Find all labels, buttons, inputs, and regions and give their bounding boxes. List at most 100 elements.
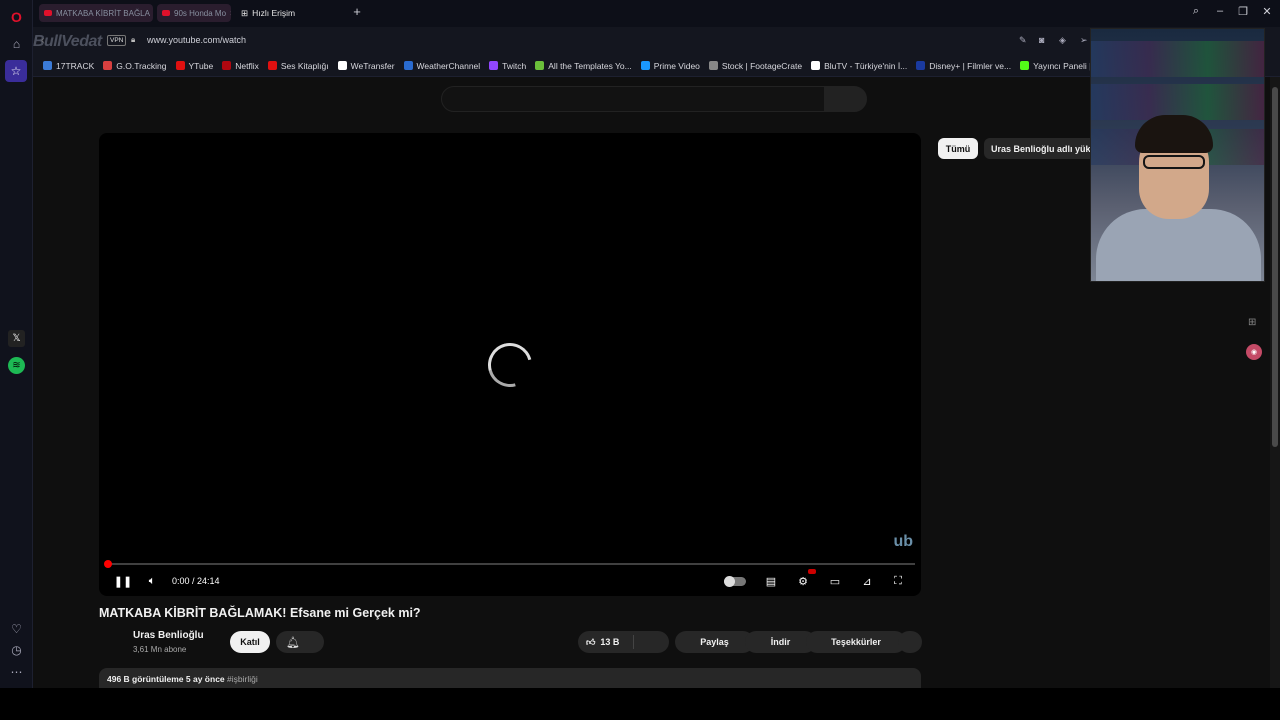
bookmark-netflix[interactable]: Netflix <box>222 61 259 71</box>
wetransfer-icon <box>337 61 347 70</box>
browser-sidebar: O ⌂ ☆ 𝕏 ≋ ♡ ◷ ⋯ <box>0 0 33 688</box>
like-button[interactable]: 👍︎ 13 B <box>578 631 669 653</box>
restore-icon[interactable]: ❐ <box>1236 5 1250 18</box>
profile-avatar[interactable]: ◉ <box>1246 344 1262 360</box>
chip-channel[interactable]: Uras Benlioğlu adlı yükleyici <box>984 138 1104 159</box>
share-button[interactable]: Paylaş <box>675 631 754 653</box>
send-icon[interactable]: ➢ <box>1080 35 1088 46</box>
toggle-icon <box>724 575 746 587</box>
url-field[interactable]: www.youtube.com/watch <box>147 35 246 45</box>
pause-button[interactable]: ❚❚ <box>114 573 132 589</box>
cast-icon[interactable]: ⊿ <box>858 573 876 589</box>
more-actions-button[interactable] <box>898 631 922 653</box>
bookmark-footagecrate[interactable]: Stock | FootageCrate <box>708 61 802 71</box>
window-close-icon[interactable]: ✕ <box>1260 5 1274 18</box>
subtitles-icon[interactable]: ▤ <box>763 573 779 589</box>
bookmark-ses-kitapligi[interactable]: Ses Kitaplığı <box>267 61 329 71</box>
bookmark-weatherchannel[interactable]: WeatherChannel <box>403 61 480 71</box>
page-scrollbar[interactable] <box>1270 77 1280 688</box>
hd-badge <box>808 569 816 574</box>
scroll-thumb[interactable] <box>1272 87 1278 447</box>
bookmark-blutv[interactable]: BluTV - Türkiye'nin İ... <box>811 61 907 71</box>
search-button[interactable] <box>825 86 867 112</box>
bookmark-wetransfer[interactable]: WeTransfer <box>337 61 395 71</box>
video-title: MATKABA KİBRİT BAĞLAMAK! Efsane mi Gerçe… <box>99 606 421 620</box>
bookmark-icon <box>43 61 52 70</box>
speed-dial-icon[interactable]: ☆ <box>5 60 27 82</box>
more-icon[interactable]: ⋯ <box>8 663 25 680</box>
person-glasses <box>1143 155 1205 169</box>
scrubber-handle[interactable] <box>104 560 112 568</box>
bell-icon: 🔔︎ <box>286 636 300 649</box>
heart-icon[interactable]: ♡ <box>8 620 25 637</box>
history-icon[interactable]: ◷ <box>8 641 25 658</box>
home-icon[interactable]: ⌂ <box>8 35 25 52</box>
back-icon[interactable]: ‹ <box>41 35 44 46</box>
bookmark-disney[interactable]: Disney+ | Filmler ve... <box>916 61 1011 71</box>
search-input[interactable] <box>441 86 825 112</box>
shelf <box>1091 41 1264 77</box>
tab-search-icon[interactable]: ⌕ <box>1189 5 1203 18</box>
upload-age: 5 ay önce <box>185 674 225 684</box>
bookmark-gotracking[interactable]: G.O.Tracking <box>103 61 167 71</box>
spotify-icon[interactable]: ≋ <box>8 357 25 374</box>
tab-video[interactable]: MATKABA KİBRİT BAĞLA <box>39 4 153 22</box>
twitch-icon <box>489 61 499 70</box>
loading-spinner-icon <box>479 334 541 396</box>
volume-icon[interactable]: 🔈︎ <box>145 573 159 589</box>
weather-icon <box>403 61 413 70</box>
tab-label: MATKABA KİBRİT BAĞLA <box>56 8 150 18</box>
channel-name[interactable]: Uras Benlioğlu <box>133 630 204 641</box>
stream-watermark: BullVedat <box>33 33 102 50</box>
tab-honda[interactable]: 90s Honda Mo × <box>157 4 231 22</box>
join-button[interactable]: Katıl <box>230 631 270 653</box>
bookmark-ytube[interactable]: YTube <box>175 61 213 71</box>
tab-speed-dial[interactable]: ⊞ Hızlı Erişim <box>236 4 346 22</box>
extensions-icon[interactable]: ⊞ <box>1248 317 1256 328</box>
minimize-icon[interactable]: – <box>1213 5 1227 17</box>
thumbs-up-icon: 👍︎ <box>586 636 596 647</box>
like-count: 13 B <box>600 637 620 647</box>
x-twitter-icon[interactable]: 𝕏 <box>8 330 25 347</box>
settings-gear-icon[interactable]: ⚙ <box>795 573 811 589</box>
lock-icon[interactable]: 🔒︎ <box>131 35 135 45</box>
notification-bell-button[interactable]: 🔔︎ <box>276 631 324 653</box>
like-divider <box>633 635 634 649</box>
chip-all[interactable]: Tümü <box>938 138 978 159</box>
vpn-badge[interactable]: VPN <box>107 35 127 46</box>
youtube-icon <box>44 10 52 16</box>
blutv-icon <box>811 61 821 70</box>
shield-icon[interactable]: ◈ <box>1059 35 1066 46</box>
bookmark-prime-video[interactable]: Prime Video <box>640 61 700 71</box>
play-icon <box>640 61 650 70</box>
bookmark-icon <box>103 61 113 70</box>
video-player[interactable]: ub ❚❚ 🔈︎ 0:00 / 24:14 ▤ ⚙ ▭ ⊿ ⛶ <box>99 133 921 596</box>
time-display: 0:00 / 24:14 <box>172 576 220 586</box>
leaf-icon <box>535 61 545 70</box>
thanks-button[interactable]: Teşekkürler <box>806 631 906 653</box>
tab-strip: MATKABA KİBRİT BAĞLA 90s Honda Mo × ⊞ Hı… <box>33 0 1280 27</box>
autoplay-toggle[interactable] <box>724 573 746 589</box>
theater-mode-icon[interactable]: ▭ <box>826 573 844 589</box>
hashtag-link[interactable]: #işbirliği <box>227 674 258 684</box>
person-hoodie <box>1096 209 1261 281</box>
camera-icon[interactable]: ◙ <box>1039 35 1044 45</box>
bookmark-templates[interactable]: All the Templates Yo... <box>535 61 632 71</box>
tab-label: 90s Honda Mo <box>174 8 227 18</box>
new-tab-button[interactable]: + <box>351 5 363 18</box>
fullscreen-icon[interactable]: ⛶ <box>890 573 906 589</box>
bookmark-twitch[interactable]: Twitch <box>489 61 526 71</box>
disney-icon <box>916 61 926 70</box>
bookmark-17track[interactable]: 17TRACK <box>43 61 94 71</box>
progress-bar[interactable] <box>105 563 915 565</box>
close-icon[interactable]: × <box>230 9 231 18</box>
kick-icon <box>1020 61 1030 70</box>
youtube-icon <box>162 10 170 16</box>
edit-icon[interactable]: ✎ <box>1019 35 1027 46</box>
person-hair <box>1135 115 1213 153</box>
webcam-overlay <box>1090 28 1265 282</box>
channel-watermark[interactable]: ub <box>893 533 913 551</box>
tab-label: Hızlı Erişim <box>252 8 296 18</box>
opera-logo-icon[interactable]: O <box>8 8 25 25</box>
youtube-icon <box>267 61 277 70</box>
